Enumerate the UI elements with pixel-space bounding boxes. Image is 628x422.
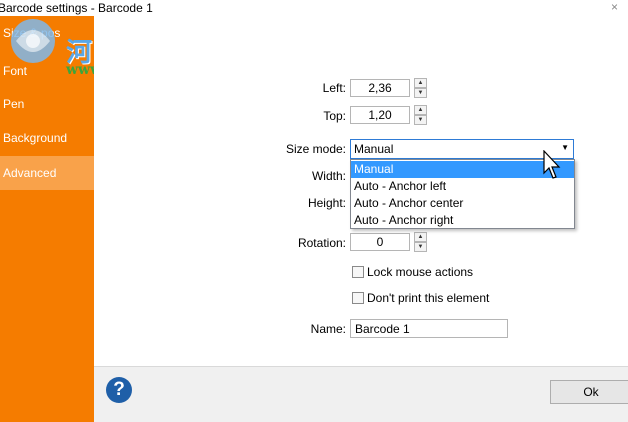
top-input[interactable] — [350, 106, 410, 124]
rotation-stepper[interactable]: ▲ ▼ — [414, 232, 427, 252]
spin-down-icon[interactable]: ▼ — [414, 88, 427, 98]
spin-down-icon[interactable]: ▼ — [414, 115, 427, 125]
size-mode-label: Size mode: — [285, 142, 346, 156]
sidebar-item-label: Advanced — [3, 166, 57, 180]
rotation-input[interactable] — [350, 233, 410, 251]
sidebar-item-background[interactable]: Background — [0, 123, 94, 153]
width-label: Width: — [311, 169, 346, 183]
height-label: Height: — [307, 196, 346, 210]
mouse-cursor-icon — [543, 150, 561, 179]
spin-up-icon[interactable]: ▲ — [414, 232, 427, 242]
top-label: Top: — [323, 109, 346, 123]
chevron-down-icon[interactable]: ▼ — [561, 143, 569, 152]
dont-print-label: Don't print this element — [367, 291, 490, 305]
spin-up-icon[interactable]: ▲ — [414, 78, 427, 88]
size-mode-select[interactable]: Manual ▼ — [350, 139, 574, 159]
left-label: Left: — [322, 81, 346, 95]
lock-mouse-label: Lock mouse actions — [367, 265, 474, 279]
spin-up-icon[interactable]: ▲ — [414, 105, 427, 115]
size-mode-value: Manual — [354, 142, 394, 156]
left-input[interactable] — [350, 79, 410, 97]
ok-button[interactable]: Ok — [550, 380, 628, 404]
spin-down-icon[interactable]: ▼ — [414, 242, 427, 252]
sidebar: Size & pos Font Pen Background Advanced — [0, 16, 94, 422]
sidebar-item-size-pos[interactable]: Size & pos — [0, 18, 94, 48]
name-input[interactable] — [350, 319, 508, 338]
name-label: Name: — [310, 322, 346, 336]
help-icon[interactable]: ? — [106, 377, 132, 403]
size-mode-option-anchor-left[interactable]: Auto - Anchor left — [351, 178, 574, 195]
window-title: Barcode settings - Barcode 1 — [0, 1, 153, 15]
dont-print-checkbox[interactable] — [352, 292, 364, 304]
title-bar: Barcode settings - Barcode 1 × — [0, 0, 628, 16]
size-mode-option-anchor-right[interactable]: Auto - Anchor right — [351, 212, 574, 229]
sidebar-item-label: Font — [3, 64, 28, 78]
sidebar-item-font[interactable]: Font — [0, 56, 94, 86]
close-icon[interactable]: × — [611, 0, 618, 14]
sidebar-item-advanced[interactable]: Advanced — [0, 156, 94, 190]
lock-mouse-checkbox[interactable] — [352, 266, 364, 278]
sidebar-item-label: Pen — [3, 97, 25, 111]
size-mode-dropdown: Manual Auto - Anchor left Auto - Anchor … — [350, 159, 575, 229]
dialog-footer — [94, 366, 628, 422]
top-stepper[interactable]: ▲ ▼ — [414, 105, 427, 125]
rotation-label: Rotation: — [297, 236, 346, 250]
sidebar-item-label: Size & pos — [3, 26, 61, 40]
size-mode-option-manual[interactable]: Manual — [351, 161, 574, 178]
left-stepper[interactable]: ▲ ▼ — [414, 78, 427, 98]
sidebar-item-label: Background — [3, 131, 68, 145]
sidebar-item-pen[interactable]: Pen — [0, 89, 94, 119]
size-mode-option-anchor-center[interactable]: Auto - Anchor center — [351, 195, 574, 212]
